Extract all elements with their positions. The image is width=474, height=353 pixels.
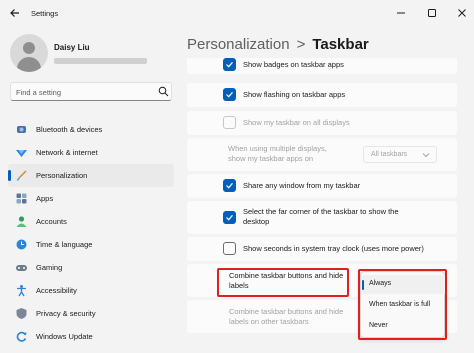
setting-label-show-flashing: Show flashing on taskbar apps bbox=[243, 90, 346, 99]
checkbox-share-window[interactable] bbox=[223, 179, 236, 192]
checkmark-icon bbox=[226, 182, 233, 189]
globe-clock-icon bbox=[16, 239, 27, 250]
back-arrow-icon[interactable] bbox=[8, 6, 22, 20]
app-title: Settings bbox=[31, 9, 59, 18]
sidebar-item-label: Time & language bbox=[36, 240, 93, 249]
sidebar-item-gaming[interactable]: Gaming bbox=[8, 256, 174, 279]
setting-label-all-displays: Show my taskbar on all displays bbox=[243, 118, 350, 127]
title-bar: Settings bbox=[0, 0, 474, 26]
checkbox-show-seconds[interactable] bbox=[223, 242, 236, 255]
breadcrumb: Personalization > Taskbar bbox=[187, 36, 369, 56]
sidebar-item-label: Network & internet bbox=[36, 148, 98, 157]
minimize-icon[interactable] bbox=[393, 5, 409, 21]
setting-row-show-flashing: Show flashing on taskbar apps bbox=[187, 83, 457, 107]
sidebar-item-time-language[interactable]: Time & language bbox=[8, 233, 174, 256]
setting-label-share-window: Share any window from my taskbar bbox=[243, 181, 361, 190]
sidebar-item-bluetooth-devices[interactable]: Bluetooth & devices bbox=[8, 118, 174, 141]
accounts-icon bbox=[16, 216, 27, 227]
sidebar-item-label: Gaming bbox=[36, 263, 63, 272]
setting-row-multiple-displays: When using multiple displays, show my ta… bbox=[187, 138, 457, 171]
sidebar-item-label: Windows Update bbox=[36, 332, 93, 341]
setting-label-show-seconds: Show seconds in system tray clock (uses … bbox=[243, 244, 424, 253]
sidebar-nav: Bluetooth & devices Network & internet P… bbox=[8, 118, 174, 348]
sidebar-item-label: Apps bbox=[36, 194, 54, 203]
sidebar-item-personalization[interactable]: Personalization bbox=[8, 164, 174, 187]
active-indicator bbox=[8, 170, 11, 181]
apps-icon bbox=[16, 193, 27, 204]
user-name: Daisy Liu bbox=[54, 43, 90, 52]
close-icon[interactable] bbox=[454, 5, 470, 21]
setting-label-combine-other-line1: Combine taskbar buttons and hide bbox=[229, 307, 344, 316]
checkbox-far-corner[interactable] bbox=[223, 211, 236, 224]
breadcrumb-separator: > bbox=[296, 36, 306, 53]
setting-label-multiple-displays-line2: show my taskbar apps on bbox=[228, 154, 314, 163]
setting-label-far-corner-line2: desktop bbox=[243, 217, 270, 226]
checkmark-icon bbox=[226, 214, 233, 221]
dropdown-value: All taskbars bbox=[371, 151, 408, 158]
breadcrumb-parent[interactable]: Personalization bbox=[187, 36, 290, 53]
bluetooth-icon bbox=[17, 126, 26, 133]
setting-label-show-badges: Show badges on taskbar apps bbox=[243, 60, 344, 69]
setting-row-all-displays: Show my taskbar on all displays bbox=[187, 111, 457, 135]
sidebar-item-label: Personalization bbox=[36, 171, 88, 180]
brush-icon bbox=[16, 170, 27, 181]
sidebar-item-label: Accounts bbox=[36, 217, 67, 226]
sidebar-item-label: Privacy & security bbox=[36, 309, 96, 318]
checkmark-icon bbox=[226, 91, 233, 98]
sidebar-item-privacy-security[interactable]: Privacy & security bbox=[8, 302, 174, 325]
setting-row-far-corner: Select the far corner of the taskbar to … bbox=[187, 201, 457, 234]
user-email-redacted bbox=[54, 58, 147, 64]
avatar bbox=[10, 34, 48, 72]
checkmark-icon bbox=[226, 61, 233, 68]
chevron-down-icon bbox=[422, 153, 430, 158]
setting-label-far-corner-line1: Select the far corner of the taskbar to … bbox=[243, 207, 399, 216]
highlight-box-combine-label bbox=[217, 268, 349, 297]
maximize-icon[interactable] bbox=[424, 5, 440, 21]
setting-label-multiple-displays-line1: When using multiple displays, bbox=[228, 144, 327, 153]
multiple-displays-dropdown[interactable]: All taskbars bbox=[363, 146, 437, 163]
page-title: Taskbar bbox=[312, 36, 369, 53]
checkbox-show-badges[interactable] bbox=[223, 58, 236, 71]
checkbox-all-displays[interactable] bbox=[223, 116, 236, 129]
sidebar-item-apps[interactable]: Apps bbox=[8, 187, 174, 210]
accessibility-icon bbox=[17, 285, 26, 297]
sidebar-item-label: Accessibility bbox=[36, 286, 77, 295]
sidebar-item-windows-update[interactable]: Windows Update bbox=[8, 325, 174, 348]
highlight-box-combine-menu bbox=[358, 269, 447, 340]
network-icon bbox=[16, 150, 27, 157]
shield-icon bbox=[16, 308, 27, 319]
search-icon[interactable] bbox=[158, 86, 169, 97]
setting-row-show-badges: Show badges on taskbar apps bbox=[187, 58, 457, 74]
sidebar-item-label: Bluetooth & devices bbox=[36, 125, 103, 134]
gamepad-icon bbox=[16, 265, 27, 271]
checkbox-show-flashing[interactable] bbox=[223, 88, 236, 101]
search-box[interactable] bbox=[10, 82, 172, 101]
sidebar-item-accessibility[interactable]: Accessibility bbox=[8, 279, 174, 302]
update-icon bbox=[16, 331, 27, 342]
setting-row-share-window: Share any window from my taskbar bbox=[187, 174, 457, 198]
user-profile[interactable]: Daisy Liu bbox=[10, 34, 175, 74]
setting-row-show-seconds: Show seconds in system tray clock (uses … bbox=[187, 237, 457, 261]
sidebar-item-accounts[interactable]: Accounts bbox=[8, 210, 174, 233]
search-input[interactable] bbox=[16, 86, 146, 98]
sidebar-item-network-internet[interactable]: Network & internet bbox=[8, 141, 174, 164]
setting-label-combine-other-line2: labels on other taskbars bbox=[229, 317, 309, 326]
